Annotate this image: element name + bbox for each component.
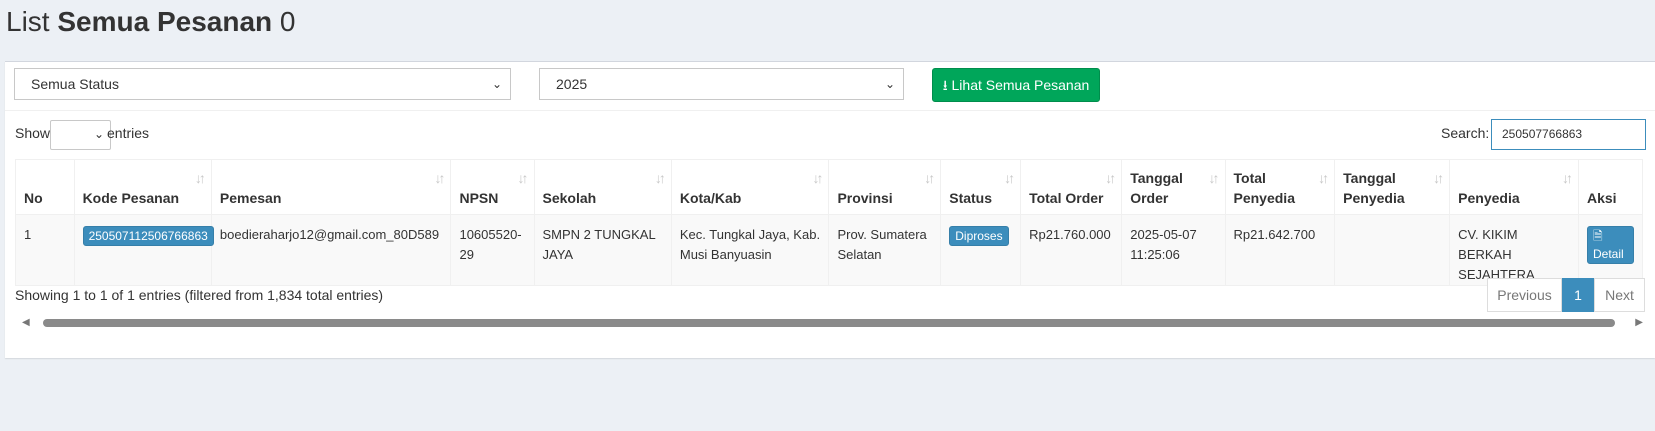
col-provinsi[interactable]: Provinsi ↓↑ — [828, 159, 942, 215]
cell-tanggal-penyedia — [1334, 214, 1451, 286]
status-filter-value: Semua Status — [31, 76, 119, 92]
cell-total-order: Rp21.760.000 — [1020, 214, 1123, 286]
sort-icon: ↓↑ — [812, 170, 823, 186]
page-1-button[interactable]: 1 — [1562, 278, 1594, 312]
sort-icon: ↓↑ — [517, 170, 529, 186]
table-info: Showing 1 to 1 of 1 entries (filtered fr… — [15, 287, 384, 303]
title-prefix: List — [6, 6, 50, 37]
sort-icon: ↓↑ — [1561, 170, 1573, 186]
view-all-orders-label: Lihat Semua Pesanan — [951, 77, 1090, 93]
horizontal-scrollbar[interactable]: ◀ ▶ — [15, 315, 1645, 331]
col-kota-kab[interactable]: Kota/Kab ↓↑ — [670, 159, 830, 215]
sort-icon: ↓↑ — [924, 170, 935, 186]
view-all-orders-button[interactable]: ⭳ Lihat Semua Pesanan — [932, 68, 1100, 102]
entries-label: entries — [107, 125, 150, 141]
detail-button[interactable]: 🗎 Detail — [1586, 226, 1634, 264]
cell-provinsi: Prov. Sumatera Selatan — [828, 214, 942, 286]
cell-npsn: 10605520-29 — [450, 214, 535, 286]
col-kode-pesanan[interactable]: Kode Pesanan ↓↑ — [73, 159, 212, 215]
show-label: Show — [15, 125, 51, 141]
col-no[interactable]: No — [15, 159, 75, 215]
col-pemesan[interactable]: Pemesan ↓↑ — [210, 159, 452, 215]
sort-icon: ↓↑ — [1105, 170, 1116, 186]
orders-box: Semua Status ⌄ 2025 ⌄ ⭳ Lihat Semua Pesa… — [5, 61, 1655, 358]
cell-total-penyedia: Rp21.642.700 — [1224, 214, 1336, 286]
sort-icon: ↓↑ — [434, 170, 445, 186]
pagination: Previous 1 Next — [1487, 278, 1645, 312]
col-tanggal-order[interactable]: Tanggal Order ↓↑ — [1121, 159, 1226, 215]
chevron-down-icon: ⌄ — [491, 77, 502, 91]
sort-icon: ↓↑ — [1208, 170, 1220, 186]
order-code-badge[interactable]: 250507112506766863 — [82, 226, 214, 246]
orders-table: No Kode Pesanan ↓↑ Pemesan ↓↑ NPSN ↓↑ Sekol… — [15, 159, 1644, 286]
status-badge: Diproses — [949, 226, 1009, 246]
sort-icon: ↓↑ — [1004, 170, 1015, 186]
col-total-penyedia[interactable]: Total Penyedia ↓↑ — [1224, 159, 1336, 215]
file-icon: 🗎 — [1592, 229, 1603, 243]
col-penyedia[interactable]: Penyedia ↓↑ — [1449, 159, 1579, 215]
download-icon: ⭳ — [942, 77, 948, 93]
scroll-right-icon[interactable]: ▶ — [1635, 317, 1643, 328]
cell-pemesan: boedieraharjo12@gmail.com_80D589 — [210, 214, 452, 286]
search-input[interactable]: 250507766863 — [1491, 119, 1646, 150]
toolbar-divider — [5, 110, 1655, 111]
cell-kota: Kec. Tungkal Jaya, Kab. Musi Banyuasin — [670, 214, 830, 286]
entries-length-select[interactable]: ⌄ — [50, 120, 111, 150]
cell-no: 1 — [15, 214, 75, 286]
previous-page-button[interactable]: Previous — [1487, 278, 1562, 312]
scrollbar-thumb[interactable] — [43, 319, 1615, 327]
next-page-button[interactable]: Next — [1594, 278, 1645, 312]
col-sekolah[interactable]: Sekolah ↓↑ — [533, 159, 672, 215]
col-npsn[interactable]: NPSN ↓↑ — [450, 159, 535, 215]
col-aksi: Aksi — [1577, 159, 1644, 215]
cell-aksi: 🗎 Detail — [1577, 214, 1644, 286]
col-tanggal-penyedia[interactable]: Tanggal Penyedia ↓↑ — [1334, 159, 1451, 215]
table-row: 1 250507112506766863 boedieraharjo12@gma… — [15, 214, 1644, 286]
year-filter-select[interactable]: 2025 ⌄ — [539, 68, 904, 100]
table-header-row: No Kode Pesanan ↓↑ Pemesan ↓↑ NPSN ↓↑ Sekol… — [15, 159, 1644, 215]
detail-label: Detail — [1592, 247, 1624, 261]
cell-status: Diproses — [940, 214, 1022, 286]
title-bold: Semua Pesanan — [57, 6, 273, 37]
cell-kode: 250507112506766863 — [73, 214, 214, 286]
col-total-order[interactable]: Total Order ↓↑ — [1020, 159, 1123, 215]
chevron-down-icon: ⌄ — [93, 127, 104, 141]
chevron-down-icon: ⌄ — [884, 77, 895, 91]
sort-icon: ↓↑ — [654, 170, 666, 186]
sort-icon: ↓↑ — [194, 170, 206, 186]
status-filter-select[interactable]: Semua Status ⌄ — [14, 68, 511, 100]
col-status[interactable]: Status ↓↑ — [940, 159, 1022, 215]
scroll-left-icon[interactable]: ◀ — [22, 317, 30, 328]
cell-penyedia: CV. KIKIM BERKAH SEJAHTERA — [1449, 214, 1579, 286]
cell-sekolah: SMPN 2 TUNGKAL JAYA — [533, 214, 672, 286]
title-count: 0 — [279, 6, 296, 37]
sort-icon: ↓↑ — [1433, 170, 1444, 186]
year-filter-value: 2025 — [556, 76, 588, 92]
sort-icon: ↓↑ — [1318, 170, 1329, 186]
page-title: List Semua Pesanan 0 — [6, 2, 296, 42]
cell-tanggal-order: 2025-05-07 11:25:06 — [1121, 214, 1226, 286]
search-label: Search: — [1441, 125, 1490, 141]
